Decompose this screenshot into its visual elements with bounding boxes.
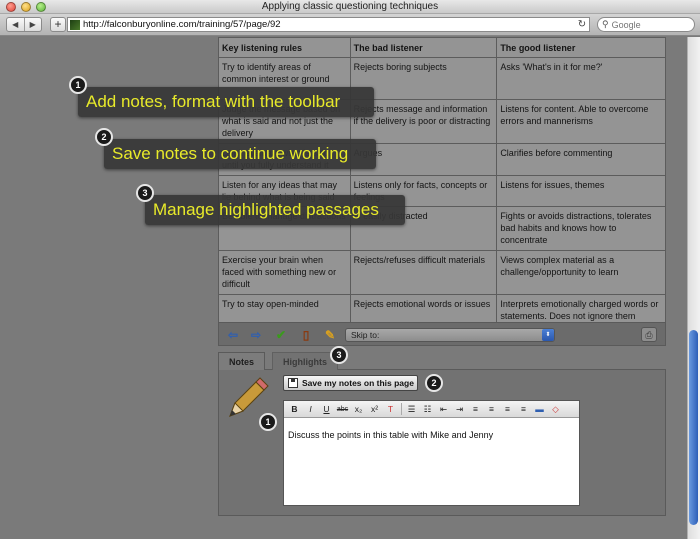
skip-to-label: Skip to: <box>351 330 380 340</box>
tab-notes[interactable]: Notes <box>218 352 266 370</box>
align-right-button[interactable]: ≡ <box>500 403 515 416</box>
callout-badge: 2 <box>95 128 113 146</box>
strikethrough-button[interactable]: abc <box>335 403 350 416</box>
select-arrows-icon: ⬍ <box>542 329 554 341</box>
table-cell: Exercise your brain when faced with some… <box>218 250 351 295</box>
url-text[interactable]: http://falconburyonline.com/training/57/… <box>83 19 575 30</box>
forward-button[interactable]: ▶ <box>23 18 42 31</box>
superscript-button[interactable]: x² <box>367 403 382 416</box>
tab-highlights[interactable]: Highlights <box>272 352 338 370</box>
column-header: Key listening rules <box>218 37 351 58</box>
window-title: Applying classic questioning techniques <box>261 1 439 12</box>
reload-icon[interactable]: ↻ <box>575 19 589 30</box>
title-bar: Applying classic questioning techniques <box>0 0 700 14</box>
column-header: The good listener <box>496 37 666 58</box>
table-cell: Asks 'What's in it for me?' <box>496 57 666 100</box>
save-badge: 2 <box>425 374 443 392</box>
table-cell: Views complex material as a challenge/op… <box>496 250 666 295</box>
save-notes-button[interactable]: Save my notes on this page <box>283 375 418 391</box>
callout-save-notes: Save notes to continue working <box>104 139 376 169</box>
table-cell: Rejects/refuses difficult materials <box>349 250 498 295</box>
horizontal-rule-button[interactable]: ▬ <box>532 403 547 416</box>
callout-add-notes: Add notes, format with the toolbar <box>78 87 374 117</box>
address-bar[interactable]: http://falconburyonline.com/training/57/… <box>67 17 590 32</box>
table-row: Exercise your brain when faced with some… <box>218 250 666 295</box>
listening-rules-content: Key listening rules The bad listener The… <box>218 37 666 329</box>
toolbar-divider <box>401 403 402 415</box>
checkmark-icon[interactable]: ✔ <box>274 328 288 342</box>
callout-highlights: Manage highlighted passages <box>145 195 405 225</box>
save-notes-label: Save my notes on this page <box>302 378 414 388</box>
notes-tabs: Notes Highlights <box>218 350 666 370</box>
justify-button[interactable]: ≡ <box>516 403 531 416</box>
nav-buttons: ◀ ▶ <box>6 17 42 32</box>
notes-editor[interactable]: B I U abc x₂ x² T ☰ ☷ ⇤ ⇥ ≡ ≡ ≡ ≡ ▬ ◇ Di… <box>283 400 580 506</box>
italic-button[interactable]: I <box>303 403 318 416</box>
align-left-button[interactable]: ≡ <box>468 403 483 416</box>
back-button[interactable]: ◀ <box>7 18 24 31</box>
search-input[interactable] <box>611 19 682 30</box>
listening-rules-table: Key listening rules The bad listener The… <box>218 37 666 329</box>
highlights-badge: 3 <box>330 346 348 364</box>
add-bookmark-button[interactable]: + <box>50 17 66 32</box>
search-bar[interactable]: ⚲ <box>597 17 695 32</box>
previous-page-icon[interactable]: ⇦ <box>226 328 240 342</box>
editor-badge: 1 <box>259 413 277 431</box>
skip-to-select[interactable]: Skip to: ⬍ <box>345 328 555 342</box>
callout-badge: 1 <box>69 76 87 94</box>
table-cell: Listens for issues, themes <box>496 175 666 207</box>
bullet-list-button[interactable]: ☰ <box>404 403 419 416</box>
subscript-button[interactable]: x₂ <box>351 403 366 416</box>
table-header-row: Key listening rules The bad listener The… <box>218 37 666 58</box>
align-center-button[interactable]: ≡ <box>484 403 499 416</box>
table-cell: Fights or avoids distractions, tolerates… <box>496 206 666 251</box>
notes-text[interactable]: Discuss the points in this table with Mi… <box>288 430 493 440</box>
underline-button[interactable]: U <box>319 403 334 416</box>
table-cell: Listens for content. Able to overcome er… <box>496 99 666 144</box>
numbered-list-button[interactable]: ☷ <box>420 403 435 416</box>
source-code-button[interactable]: ◇ <box>548 403 563 416</box>
editor-toolbar: B I U abc x₂ x² T ☰ ☷ ⇤ ⇥ ≡ ≡ ≡ ≡ ▬ ◇ <box>284 401 579 418</box>
print-icon[interactable]: ⎙ <box>641 327 657 342</box>
save-disk-icon <box>288 378 298 388</box>
highlighter-icon[interactable]: ✎ <box>323 328 337 342</box>
search-icon: ⚲ <box>602 19 609 29</box>
indent-button[interactable]: ⇥ <box>452 403 467 416</box>
remove-format-button[interactable]: T <box>383 403 398 416</box>
browser-toolbar: ◀ ▶ + http://falconburyonline.com/traini… <box>0 14 700 36</box>
column-header: The bad listener <box>349 37 498 58</box>
outdent-button[interactable]: ⇤ <box>436 403 451 416</box>
bold-button[interactable]: B <box>287 403 302 416</box>
scrollbar-thumb[interactable] <box>689 330 698 525</box>
bookmark-icon[interactable]: ▯ <box>299 328 313 342</box>
page-toolbar: ⇦ ⇨ ✔ ▯ ✎ Skip to: ⬍ ⎙ <box>218 322 666 346</box>
table-cell: Clarifies before commenting <box>496 143 666 176</box>
next-page-icon[interactable]: ⇨ <box>249 328 263 342</box>
callout-badge: 3 <box>136 184 154 202</box>
site-favicon-icon <box>70 19 80 30</box>
